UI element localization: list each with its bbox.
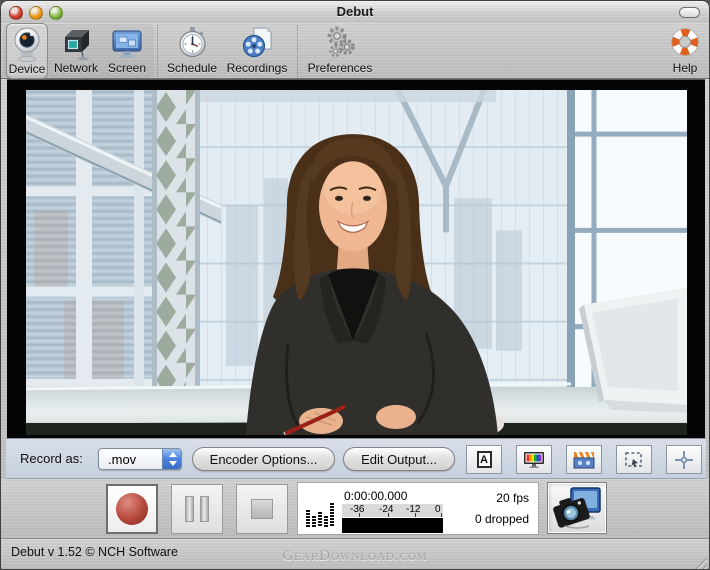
stop-icon [251,499,273,519]
audio-levels-icon [306,502,334,527]
toolbar-button-help[interactable]: Help [665,23,705,79]
meter-tick-label: -12 [406,504,420,515]
transport-controls: 0:00:00.000 -36 -24 -12 0 20 fps 0 dropp… [1,479,709,539]
screen-icon [104,23,150,61]
dropped-frames-readout: 0 dropped [475,512,529,526]
format-select[interactable]: .mov [98,448,182,470]
stop-button[interactable] [236,484,288,534]
clapperboard-icon [573,451,595,469]
toolbar-separator [157,25,158,77]
meter-tick-label: -24 [379,504,393,515]
record-as-label: Record as: [20,451,83,466]
toolbar-button-network[interactable]: Network [51,23,101,79]
toolbar-label-screen: Screen [104,61,150,75]
toolbar-toggle-button[interactable] [679,7,700,18]
format-value: .mov [108,452,136,467]
toolbar-button-screen[interactable]: Screen [104,23,150,79]
pause-icon [185,496,194,522]
toolbar-button-schedule[interactable]: Schedule [164,23,220,79]
timecode: 0:00:00.000 [344,489,407,503]
edit-output-button[interactable]: Edit Output... [343,447,455,471]
window-title: Debut [1,4,709,19]
gears-icon [304,23,376,61]
meter-tick-label: -36 [350,504,364,515]
toolbar-label-schedule: Schedule [164,61,220,75]
status-bar: Debut v 1.52 © NCH Software GearDownload… [1,539,709,570]
toolbar-label-help: Help [665,61,705,75]
life-ring-icon [665,23,705,61]
watermark-text: GearDownload.com [1,548,709,565]
camera-snapshot-icon [551,485,603,531]
toolbar-button-preferences[interactable]: Preferences [304,23,376,79]
caption-overlay-button[interactable]: A [466,445,502,474]
snapshot-button[interactable] [547,482,607,534]
toolbar-button-recordings[interactable]: Recordings [225,23,289,79]
crosshair-icon [674,450,694,470]
stepper-arrows-icon [162,449,181,469]
meter-scale: -36 -24 -12 0 [342,504,443,517]
toolbar-label-preferences: Preferences [304,61,376,75]
network-camera-icon [51,23,101,61]
color-adjust-button[interactable] [516,445,552,474]
webcam-icon [7,24,47,62]
record-options-bar: Record as: .mov Encoder Options... Edit … [6,438,706,479]
record-button[interactable] [106,484,158,534]
film-reel-icon [225,23,289,61]
pause-button[interactable] [171,484,223,534]
status-panel: 0:00:00.000 -36 -24 -12 0 20 fps 0 dropp… [297,482,539,535]
main-toolbar: Device Network [1,23,709,79]
toolbar-button-device[interactable]: Device [6,23,48,79]
toolbar-label-device: Device [7,62,47,76]
app-window: Debut Device [0,0,710,570]
position-crosshair-button[interactable] [666,445,702,474]
meter-level-bar [342,518,443,533]
caption-a-icon: A [477,451,492,468]
video-preview [7,79,705,438]
audio-meter: -36 -24 -12 0 [342,504,443,533]
title-bar[interactable]: Debut [1,1,709,23]
encoder-options-button[interactable]: Encoder Options... [192,447,335,471]
selection-rect-icon [624,451,644,469]
toolbar-separator [297,25,298,77]
webcam-preview-image [26,90,687,435]
color-monitor-icon [523,451,545,469]
toolbar-label-network: Network [51,61,101,75]
record-icon [116,493,148,525]
select-region-button[interactable] [616,445,652,474]
stopwatch-icon [164,23,220,61]
video-effects-button[interactable] [566,445,602,474]
fps-readout: 20 fps [496,491,529,505]
meter-tick-label: 0 [435,504,441,515]
toolbar-label-recordings: Recordings [225,61,289,75]
